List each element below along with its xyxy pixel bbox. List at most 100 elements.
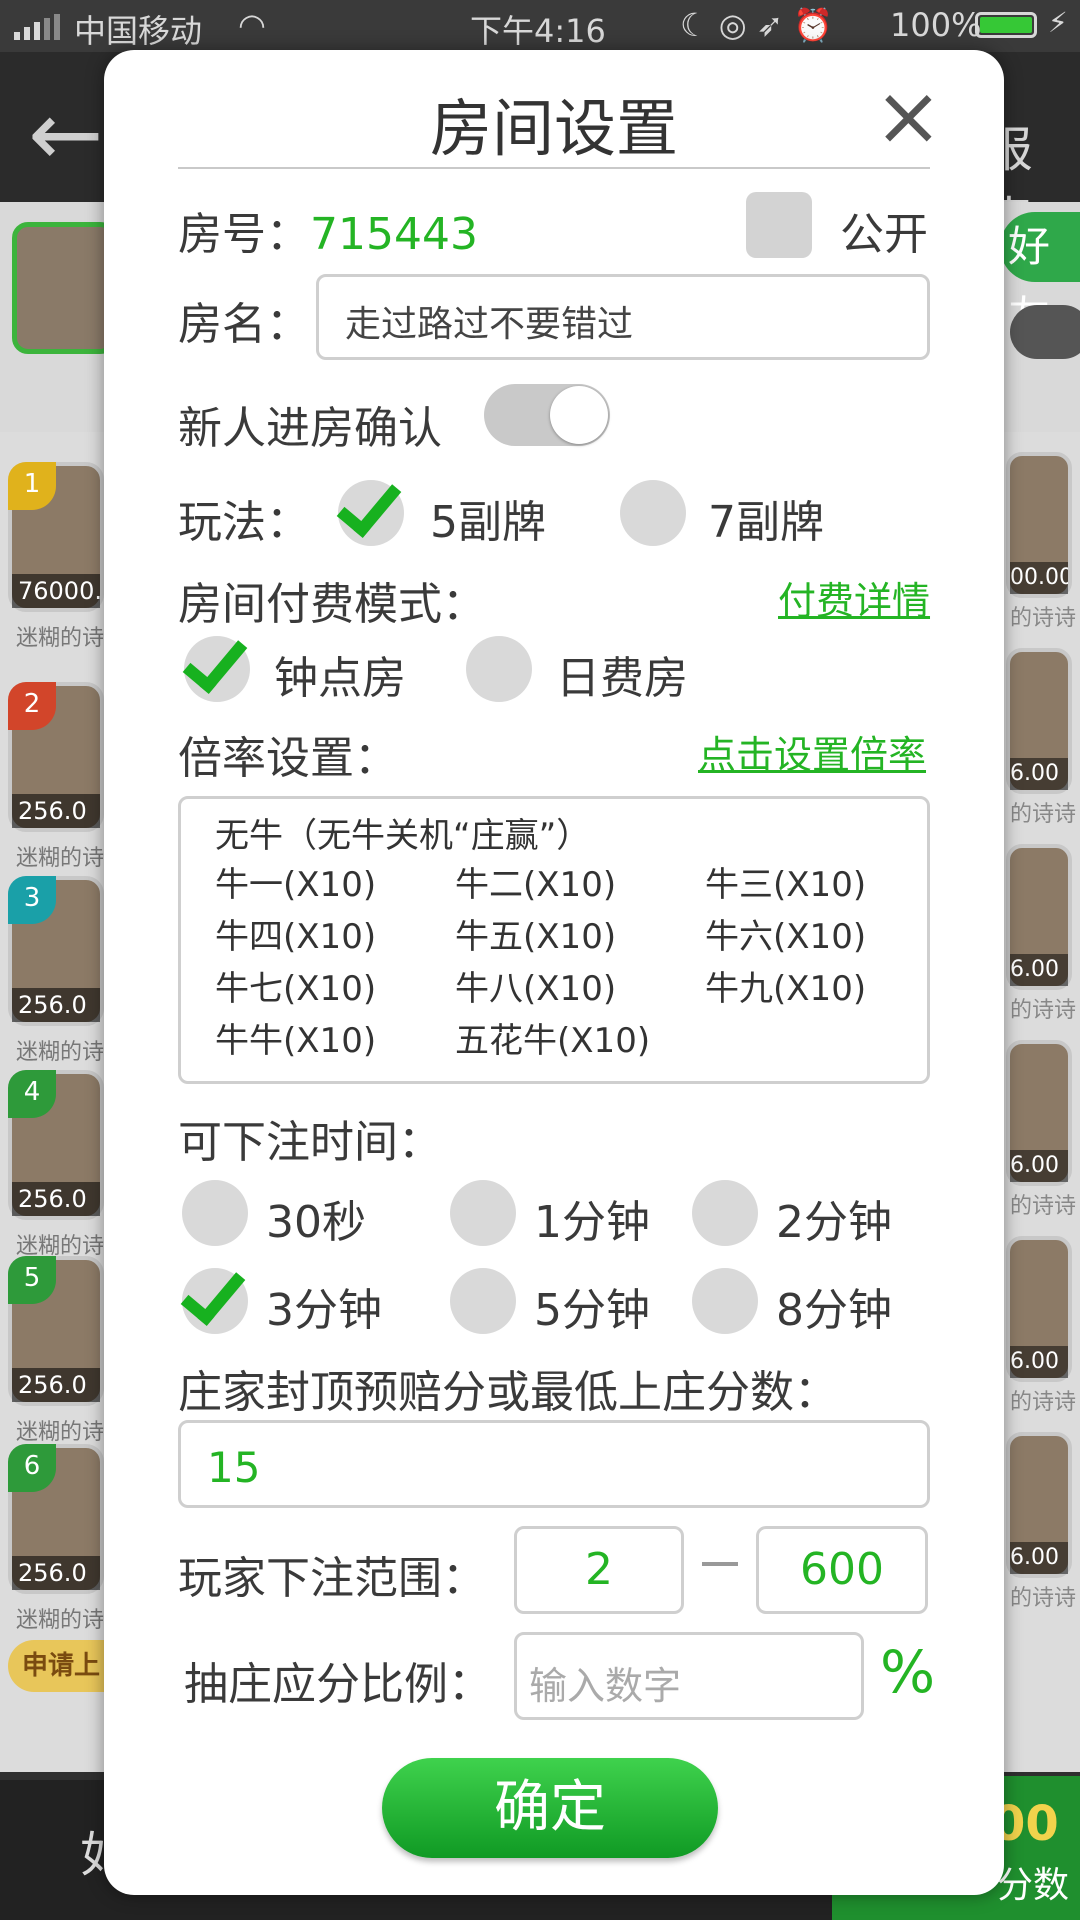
bet-time-30s-radio[interactable] [182,1180,248,1246]
toggle-knob [550,386,608,444]
rate-item: 牛二(X10) [455,865,617,905]
player-card[interactable]: 6.00 [1006,648,1072,794]
bet-time-1m-radio[interactable] [450,1180,516,1246]
rate-item: 牛一(X10) [215,865,377,905]
payment-daily-radio[interactable] [466,636,532,702]
battery-percent: 100% [890,6,982,44]
rate-item: 牛牛(X10) [215,1021,377,1061]
wifi-icon: ◠ [238,6,266,44]
player-name: 迷糊的诗 [16,1420,104,1445]
player-name: 的诗诗 [1010,1586,1077,1611]
newbie-confirm-label: 新人进房确认 [178,403,442,454]
ratio-input[interactable]: 输入数字 [514,1632,864,1720]
percent-sign: % [880,1638,936,1706]
newbie-confirm-toggle[interactable] [484,384,610,446]
bet-max-input[interactable]: 600 [756,1526,928,1614]
player-score: 6.00 [1010,758,1068,790]
room-name-label: 房名： [178,299,310,350]
player-name: 迷糊的诗 [16,846,104,871]
payment-hourly-radio[interactable] [182,626,250,702]
status-icons: ☾◎➶⏰ [680,6,844,44]
bet-time-8m-radio[interactable] [692,1268,758,1334]
rank-badge: 2 [8,682,56,730]
player-card[interactable]: 6.00 [1006,1040,1072,1186]
dialog-title: 房间设置 [429,92,678,165]
apply-banker-button[interactable]: 申请上 [8,1640,104,1692]
bet-time-30s-label: 30秒 [266,1197,366,1248]
bet-min-input[interactable]: 2 [514,1526,684,1614]
player-name: 的诗诗 [1010,802,1077,827]
banker-cap-input[interactable]: 15 [178,1420,930,1508]
signal-icon [14,14,60,40]
play-mode-7-radio[interactable] [620,480,686,546]
player-card[interactable]: 2 256.0 [8,682,104,832]
bet-time-5m-radio[interactable] [450,1268,516,1334]
payment-mode-label: 房间付费模式： [178,579,486,630]
player-card[interactable]: 6.00 [1006,844,1072,990]
rate-grid: 牛一(X10) 牛二(X10) 牛三(X10) 牛四(X10) 牛五(X10) … [215,859,927,1067]
player-score: 6.00 [1010,1542,1068,1574]
play-mode-7-label: 7副牌 [708,497,824,548]
player-card[interactable]: 3 256.0 [8,876,104,1026]
ratio-label: 抽庄应分比例： [184,1659,492,1710]
player-name: 的诗诗 [1010,1390,1077,1415]
player-score: 256.0 [12,794,100,828]
back-arrow-icon[interactable]: ← [28,90,103,180]
player-card[interactable]: 6.00 [1006,1432,1072,1578]
player-score: 256.0 [12,988,100,1022]
player-card[interactable]: 00.00 [1006,452,1072,598]
payment-details-link[interactable]: 付费详情 [778,570,930,625]
rate-box: 无牛（无牛关机“庄赢”） 牛一(X10) 牛二(X10) 牛三(X10) 牛四(… [178,796,930,1084]
public-checkbox[interactable] [746,192,812,258]
rate-settings-link[interactable]: 点击设置倍率 [698,724,926,779]
close-icon[interactable]: × [874,76,943,158]
player-score: 6.00 [1010,1346,1068,1378]
room-number-label: 房号： [178,209,310,260]
play-mode-5-radio[interactable] [336,470,404,546]
player-card[interactable]: 5 256.0 [8,1256,104,1406]
room-settings-dialog: 房间设置 × 房号：715443 公开 房名： 走过路过不要错过 新人进房确认 … [104,50,1004,1895]
check-icon [180,1258,246,1326]
player-card[interactable]: 6 256.0 [8,1444,104,1594]
player-score: 76000.0 [12,574,100,608]
rank-badge: 6 [8,1444,56,1492]
range-dash [702,1562,738,1566]
avatar[interactable] [12,222,116,354]
play-mode-5-label: 5副牌 [430,497,546,548]
check-icon [336,470,402,538]
status-time: 下午4:16 [470,12,606,50]
player-score: 00.00 [1010,562,1068,594]
charging-icon: ⚡ [1048,6,1068,39]
bet-time-3m-radio[interactable] [180,1258,248,1334]
player-name: 的诗诗 [1010,998,1077,1023]
bet-time-1m-label: 1分钟 [534,1197,650,1248]
bet-time-5m-label: 5分钟 [534,1285,650,1336]
carrier-name: 中国移动 [74,12,203,50]
public-label: 公开 [840,209,928,260]
player-card[interactable]: 1 76000.0 [8,462,104,612]
confirm-button[interactable]: 确定 [382,1758,718,1858]
player-name: 的诗诗 [1010,1194,1077,1219]
room-number-row: 房号：715443 [178,198,478,262]
payment-hourly-label: 钟点房 [274,653,406,704]
player-name: 的诗诗 [1010,606,1077,631]
player-card[interactable]: 4 256.0 [8,1070,104,1220]
score-label: 分数 [997,1865,1070,1906]
player-name: 迷糊的诗 [16,626,104,651]
player-score: 6.00 [1010,1150,1068,1182]
player-score: 6.00 [1010,954,1068,986]
friend-button[interactable]: 好友 [1000,212,1080,341]
battery-icon [975,12,1037,38]
status-bar: 中国移动 ◠ 下午4:16 ☾◎➶⏰ 100% ⚡ [0,0,1080,52]
info-pill [1010,305,1080,359]
rank-badge: 4 [8,1070,56,1118]
rate-item: 牛九(X10) [705,969,867,1009]
rate-item: 牛三(X10) [705,865,867,905]
bet-time-2m-radio[interactable] [692,1180,758,1246]
room-name-input[interactable]: 走过路过不要错过 [316,274,930,360]
rank-badge: 5 [8,1256,56,1304]
player-score: 256.0 [12,1182,100,1216]
player-card[interactable]: 6.00 [1006,1236,1072,1382]
bet-time-label: 可下注时间： [178,1117,442,1168]
player-score: 256.0 [12,1368,100,1402]
